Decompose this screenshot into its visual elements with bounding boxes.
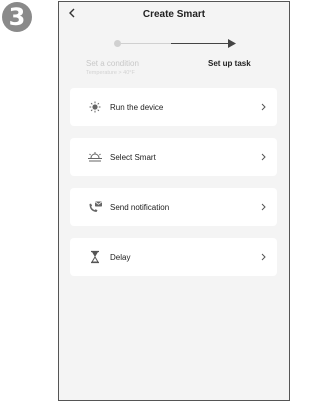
header: Create Smart xyxy=(59,2,289,32)
chevron-right-icon xyxy=(259,151,267,163)
notification-icon xyxy=(85,197,105,217)
arrow-right-icon xyxy=(228,39,236,48)
device-icon xyxy=(85,97,105,117)
chevron-right-icon xyxy=(259,101,267,113)
task-label: Send notification xyxy=(110,202,170,212)
step-connector-active xyxy=(171,43,229,44)
task-send-notification[interactable]: Send notification xyxy=(70,188,277,226)
scene-icon xyxy=(85,147,105,167)
step-connector-done xyxy=(121,43,171,44)
task-label: Run the device xyxy=(110,102,164,112)
progress-stepper: Set a condition Temperature > 40°F Set u… xyxy=(59,32,289,88)
step-2-label: Set up task xyxy=(208,59,251,68)
chevron-right-icon xyxy=(259,201,267,213)
hourglass-icon xyxy=(85,247,105,267)
step-1-label: Set a condition xyxy=(86,59,139,68)
task-label: Delay xyxy=(110,252,131,262)
task-delay[interactable]: Delay xyxy=(70,238,277,276)
step-number-badge: 3 xyxy=(2,2,32,32)
step-1-dot xyxy=(114,40,121,47)
chevron-right-icon xyxy=(259,251,267,263)
task-list: Run the device Select Smart Send notific… xyxy=(70,88,277,288)
task-label: Select Smart xyxy=(110,152,156,162)
task-select-smart[interactable]: Select Smart xyxy=(70,138,277,176)
phone-screen: Create Smart Set a condition Temperature… xyxy=(58,1,290,401)
page-title: Create Smart xyxy=(142,9,206,20)
step-1-subtitle: Temperature > 40°F xyxy=(86,70,135,76)
task-run-device[interactable]: Run the device xyxy=(70,88,277,126)
